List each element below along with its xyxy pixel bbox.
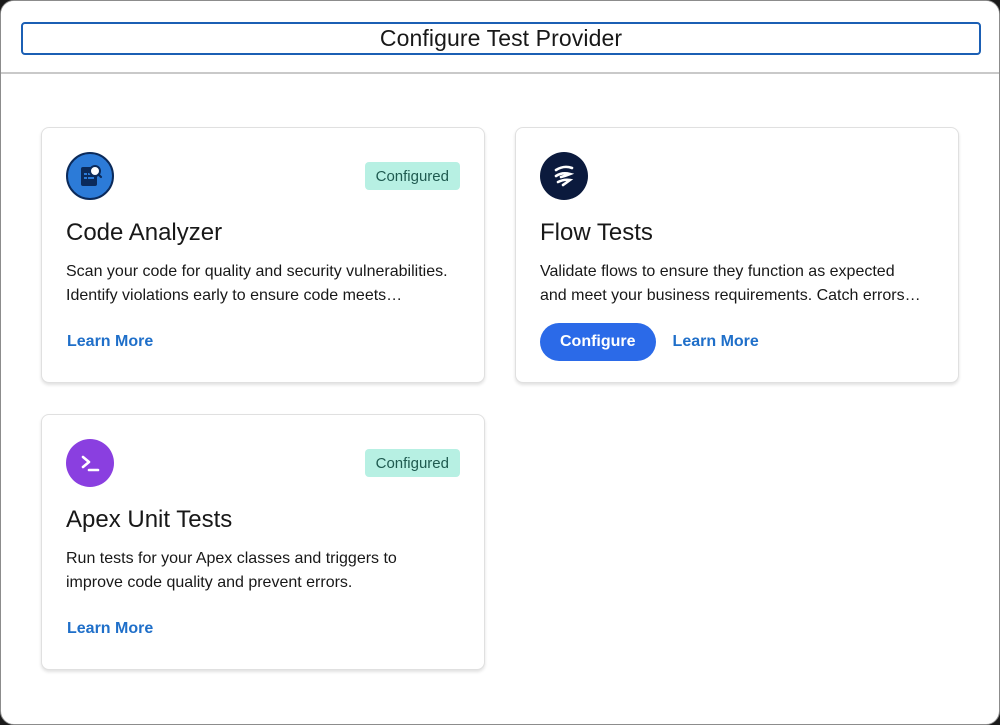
configured-badge: Configured <box>364 162 460 190</box>
dialog-title: Configure Test Provider <box>21 22 981 55</box>
provider-title: Apex Unit Tests <box>66 506 233 533</box>
dialog-header: Configure Test Provider <box>1 1 999 74</box>
card-actions: Configure Learn More <box>540 323 759 361</box>
code-scan-icon <box>66 152 114 200</box>
description-line: and meet your business requirements. Cat… <box>540 287 921 304</box>
description-line: Run tests for your Apex classes and trig… <box>66 550 397 567</box>
terminal-icon <box>66 439 114 487</box>
learn-more-link[interactable]: Learn More <box>672 333 759 351</box>
dialog-window: Configure Test Provider Configured Code … <box>0 0 1000 725</box>
provider-description: Scan your code for quality and security … <box>66 260 466 308</box>
configure-button[interactable]: Configure <box>540 323 656 361</box>
learn-more-link[interactable]: Learn More <box>66 620 153 638</box>
flow-icon <box>540 152 588 200</box>
description-line: improve code quality and prevent errors. <box>66 574 353 591</box>
description-line: Identify violations early to ensure code… <box>66 287 403 304</box>
provider-card-code-analyzer: Configured Code Analyzer Scan your code … <box>41 127 485 383</box>
configured-badge: Configured <box>364 449 460 477</box>
provider-description: Run tests for your Apex classes and trig… <box>66 547 466 595</box>
provider-description: Validate flows to ensure they function a… <box>540 260 940 308</box>
provider-title: Code Analyzer <box>66 219 223 246</box>
description-line: Scan your code for quality and security … <box>66 263 448 280</box>
description-line: Validate flows to ensure they function a… <box>540 263 895 280</box>
learn-more-link[interactable]: Learn More <box>66 333 153 351</box>
card-actions: Learn More <box>66 610 153 648</box>
provider-card-flow-tests: Flow Tests Validate flows to ensure they… <box>515 127 959 383</box>
provider-title: Flow Tests <box>540 219 653 246</box>
card-actions: Learn More <box>66 323 153 361</box>
provider-card-apex-unit-tests: Configured Apex Unit Tests Run tests for… <box>41 414 485 670</box>
